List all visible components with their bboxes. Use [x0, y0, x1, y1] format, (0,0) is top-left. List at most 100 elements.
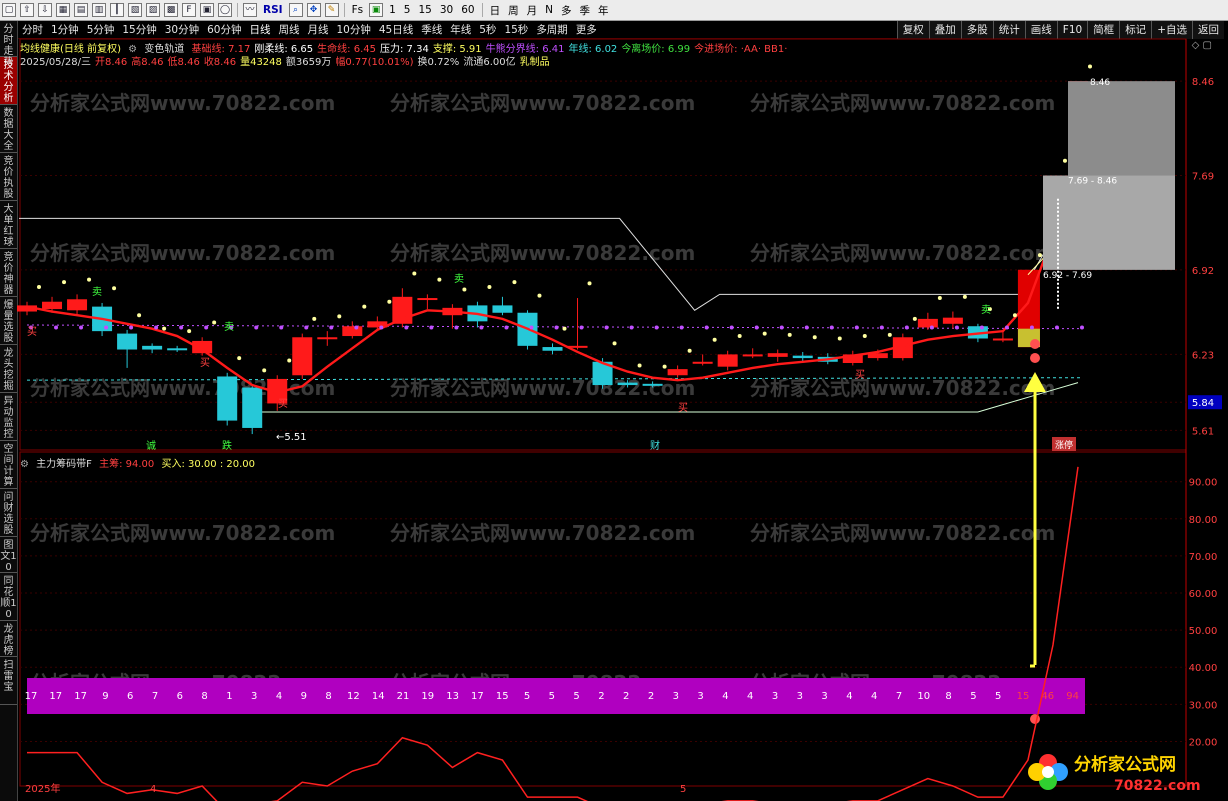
buy-marker: 买	[855, 369, 865, 381]
dot-marker	[354, 325, 359, 330]
candle[interactable]	[692, 354, 713, 366]
dot-marker	[454, 325, 459, 330]
dot-marker	[379, 325, 384, 330]
price-box-label: 7.69 - 8.46	[1068, 177, 1117, 187]
band-value: 4	[747, 691, 753, 702]
band-value: 8	[325, 691, 331, 702]
watermark-text: 分析家公式网www.70822.com	[390, 91, 695, 115]
candle-body	[42, 301, 63, 310]
axis-tick-label: 30.00	[1189, 700, 1218, 711]
limit-up-label: 涨停	[1055, 439, 1073, 451]
candle[interactable]	[67, 294, 88, 314]
dot-marker	[712, 337, 717, 342]
candle[interactable]	[167, 345, 188, 352]
candle-body	[242, 387, 263, 428]
dot-marker	[304, 325, 309, 330]
dot-marker	[812, 335, 817, 340]
flower-icon	[1028, 754, 1068, 790]
candle[interactable]	[142, 343, 163, 354]
watermark-text: 分析家公式网www.70822.com	[390, 241, 695, 265]
dot-marker	[512, 280, 517, 285]
price-chart[interactable]: 分析家公式网www.70822.com 分析家公式网www.70822.com 分析…	[0, 0, 1228, 801]
dot-marker	[754, 325, 759, 330]
candle-body	[542, 347, 563, 351]
band-value: 4	[722, 691, 728, 702]
candle[interactable]	[492, 296, 513, 316]
watermark-text: 分析家公式网www.70822.com	[750, 521, 1055, 545]
band-value: 17	[74, 691, 87, 702]
dot-marker	[504, 325, 509, 330]
axis-tick-label: 50.00	[1189, 626, 1218, 637]
candle[interactable]	[442, 304, 463, 329]
candle-body	[742, 354, 763, 357]
candle[interactable]	[117, 329, 138, 368]
dot-marker	[312, 316, 317, 321]
band-value: 8	[945, 691, 951, 702]
dot-marker	[1004, 325, 1009, 330]
dot-marker	[1029, 325, 1034, 330]
candle-body	[692, 361, 713, 364]
dot-marker	[887, 332, 892, 337]
x-axis-label: 2025年	[25, 782, 60, 795]
axis-tick-label: 8.46	[1192, 77, 1214, 88]
candle[interactable]	[942, 311, 963, 329]
dot-marker	[829, 325, 834, 330]
candle[interactable]	[242, 385, 263, 435]
dot-marker	[587, 281, 592, 286]
candle-body	[417, 298, 438, 301]
dot-marker	[62, 280, 67, 285]
dot-marker	[729, 325, 734, 330]
dot-marker	[962, 294, 967, 299]
candle[interactable]	[742, 348, 763, 359]
candle-body	[67, 299, 88, 311]
axis-tick-label: 6.23	[1192, 350, 1214, 361]
dot-marker	[154, 325, 159, 330]
band-value: 2	[648, 691, 654, 702]
dot-marker	[1037, 253, 1042, 258]
candle[interactable]	[342, 321, 363, 339]
candle-body	[617, 382, 638, 386]
band-value: 4	[871, 691, 877, 702]
dot-marker	[762, 331, 767, 336]
candle[interactable]	[842, 350, 863, 366]
candle[interactable]	[567, 298, 588, 350]
band-value: 7	[152, 691, 158, 702]
candle[interactable]	[542, 343, 563, 355]
dot-marker	[212, 320, 217, 325]
dot-marker	[954, 325, 959, 330]
candle[interactable]	[767, 349, 788, 362]
dot-marker	[1080, 325, 1084, 330]
candle-body	[167, 348, 188, 351]
dot-marker	[429, 325, 434, 330]
dot-marker	[612, 341, 617, 346]
candle-body	[917, 318, 938, 328]
candle[interactable]	[317, 331, 338, 346]
chip-line	[27, 466, 1079, 801]
main-label: 主筹: 94.00	[99, 459, 155, 470]
price-box-label: 8.46	[1090, 78, 1110, 88]
dot-marker	[79, 325, 84, 330]
sub-indicator-header: ⚙ 主力筹码带F 主筹: 94.00 买入: 30.00 : 20.00	[20, 455, 259, 470]
band-value: 5	[524, 691, 530, 702]
band-value: 3	[251, 691, 257, 702]
dot-marker	[287, 358, 292, 363]
dot-marker	[912, 316, 917, 321]
settings-icon[interactable]: ⚙	[20, 459, 29, 470]
axis-tick-label: 60.00	[1189, 589, 1218, 600]
sub-title[interactable]: 主力筹码带F	[36, 459, 92, 470]
sell-marker: 卖	[454, 273, 464, 285]
candle[interactable]	[217, 372, 238, 426]
candle[interactable]	[917, 312, 938, 330]
dot-marker	[854, 325, 859, 330]
candle[interactable]	[292, 333, 313, 379]
dot-marker	[279, 325, 284, 330]
dot-marker	[904, 325, 909, 330]
price-box-top	[1068, 81, 1175, 176]
dot-marker	[112, 286, 117, 291]
candle[interactable]	[417, 294, 438, 310]
dot-marker	[529, 325, 534, 330]
buy-label: 买入: 30.00 : 20.00	[161, 459, 256, 470]
buy-marker: 买	[278, 398, 288, 410]
candle[interactable]	[717, 350, 738, 371]
dot-marker	[1054, 325, 1059, 330]
